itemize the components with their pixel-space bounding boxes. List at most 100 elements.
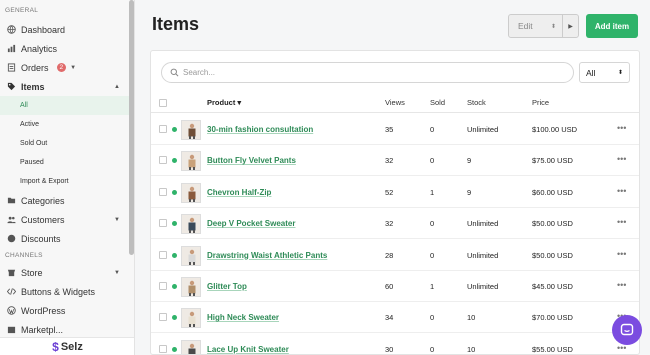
users-icon xyxy=(7,215,16,224)
discount-icon xyxy=(7,234,16,243)
sidebar: GENERAL Dashboard Analytics Orders 2 ▼ I… xyxy=(0,0,135,355)
sidebar-item-wordpress[interactable]: WordPress xyxy=(0,301,134,320)
product-name-link[interactable]: Button Fly Velvet Pants xyxy=(207,156,296,165)
sidebar-item-label: Customers xyxy=(21,214,65,225)
product-thumbnail[interactable] xyxy=(181,339,201,354)
sidebar-item-discounts[interactable]: Discounts xyxy=(0,229,134,248)
chevron-down-icon[interactable]: ▼ xyxy=(114,217,120,223)
product-name-link[interactable]: High Neck Sweater xyxy=(207,313,279,322)
product-name-link[interactable]: Drawstring Waist Athletic Pants xyxy=(207,251,327,260)
sidebar-item-items[interactable]: Items ▲ xyxy=(0,77,134,96)
product-name-link[interactable]: Deep V Pocket Sweater xyxy=(207,219,295,228)
table-row[interactable]: Deep V Pocket Sweater 32 0 Unlimited $50.00 … xyxy=(151,208,639,240)
sidebar-item-customers[interactable]: Customers ▼ xyxy=(0,210,134,229)
product-thumbnail[interactable] xyxy=(181,151,201,172)
status-dot xyxy=(172,284,177,289)
chevron-down-icon[interactable]: ▼ xyxy=(70,65,76,71)
row-checkbox[interactable] xyxy=(159,313,167,322)
sidebar-item-categories[interactable]: Categories xyxy=(0,191,134,210)
views-cell: 52 xyxy=(385,187,394,197)
product-thumbnail[interactable] xyxy=(181,214,201,235)
column-header-price[interactable]: Price xyxy=(532,98,549,107)
table-row[interactable]: Drawstring Waist Athletic Pants 28 0 Unlimi… xyxy=(151,240,639,271)
sidebar-subitem-all[interactable]: All xyxy=(0,96,134,115)
orders-count-badge: 2 xyxy=(56,63,67,72)
page-title: Items xyxy=(152,14,200,34)
row-checkbox[interactable] xyxy=(159,344,167,353)
status-dot xyxy=(172,127,177,132)
table-row[interactable]: High Neck Sweater34010$70.00 USD••• xyxy=(151,302,639,334)
table-row[interactable]: Lace Up Knit Sweater 30 0 10 $55.00 USD ••• xyxy=(151,334,639,354)
product-thumbnail[interactable] xyxy=(181,120,201,140)
price-cell: $70.00 USD xyxy=(532,313,573,323)
search-input[interactable]: Search... xyxy=(161,62,574,83)
sold-cell: 1 xyxy=(430,187,435,197)
app: GENERAL Dashboard Analytics Orders 2 ▼ I… xyxy=(0,0,650,355)
select-all-checkbox[interactable] xyxy=(159,99,167,107)
wordpress-icon xyxy=(7,306,16,315)
status-dot xyxy=(172,346,177,352)
price-cell: $100.00 USD xyxy=(532,125,578,134)
row-checkbox[interactable] xyxy=(159,187,167,196)
search-placeholder: Search... xyxy=(183,68,216,77)
row-checkbox[interactable] xyxy=(159,219,167,228)
sidebar-item-analytics[interactable]: Analytics xyxy=(0,39,134,58)
sold-cell: 0 xyxy=(430,313,435,323)
product-thumbnail[interactable] xyxy=(181,245,201,266)
filter-select[interactable]: All ⬍ xyxy=(579,62,630,83)
chat-launcher-button[interactable] xyxy=(612,315,642,345)
price-cell: $60.00 USD xyxy=(532,187,573,197)
sold-cell: 0 xyxy=(430,125,435,134)
more-options-icon[interactable]: ••• xyxy=(617,217,626,227)
sidebar-subitem-paused[interactable]: Paused xyxy=(0,153,134,172)
row-checkbox[interactable] xyxy=(159,250,167,259)
sidebar-subitem-import-export[interactable]: Import & Export xyxy=(0,172,134,191)
column-header-sold[interactable]: Sold xyxy=(430,98,445,107)
product-name-link[interactable]: 30-min fashion consultation xyxy=(207,125,313,134)
row-checkbox[interactable] xyxy=(159,156,167,165)
table-row[interactable]: Glitter Top 60 1 Unlimited $45.00 USD ••• xyxy=(151,271,639,302)
sidebar-item-buttons-widgets[interactable]: Buttons & Widgets xyxy=(0,282,134,301)
column-header-product[interactable]: Product ▾ xyxy=(207,98,241,107)
updown-caret-icon: ⬍ xyxy=(617,70,623,76)
product-name-link[interactable]: Chevron Half-Zip xyxy=(207,188,271,197)
edit-button[interactable]: Edit ⬍ xyxy=(509,15,562,37)
product-name-link[interactable]: Lace Up Knit Sweater xyxy=(207,345,289,354)
product-thumbnail[interactable] xyxy=(181,182,201,203)
chat-icon xyxy=(620,323,634,336)
edit-chevron-right-icon[interactable]: ▶ xyxy=(562,15,578,37)
sidebar-subitem-sold-out[interactable]: Sold Out xyxy=(0,134,134,153)
table-row[interactable]: Button Fly Velvet Pants 32 0 9 $75.00 USD ••• xyxy=(151,145,639,177)
sidebar-item-label: Store xyxy=(21,267,43,278)
views-cell: 32 xyxy=(385,219,394,229)
more-options-icon[interactable]: ••• xyxy=(617,186,626,196)
orders-icon xyxy=(7,63,16,72)
more-options-icon[interactable]: ••• xyxy=(617,249,626,259)
more-options-icon[interactable]: ••• xyxy=(617,123,626,133)
selz-logo-icon: $ xyxy=(52,339,59,354)
row-checkbox[interactable] xyxy=(159,125,167,133)
more-options-icon[interactable]: ••• xyxy=(617,280,626,290)
sidebar-item-store[interactable]: Store ▼ xyxy=(0,263,134,282)
sidebar-item-orders[interactable]: Orders 2 ▼ xyxy=(0,58,134,77)
chevron-up-icon[interactable]: ▲ xyxy=(114,84,120,90)
chevron-down-icon[interactable]: ▼ xyxy=(114,270,120,276)
column-header-views[interactable]: Views xyxy=(385,98,405,107)
row-checkbox[interactable] xyxy=(159,282,167,290)
product-name-link[interactable]: Glitter Top xyxy=(207,282,247,291)
more-options-icon[interactable]: ••• xyxy=(617,154,626,164)
sidebar-scrollbar[interactable] xyxy=(129,0,134,255)
column-header-stock[interactable]: Stock xyxy=(467,98,486,107)
sold-cell: 0 xyxy=(430,250,435,260)
product-thumbnail[interactable] xyxy=(181,277,201,297)
sold-cell: 0 xyxy=(430,344,435,354)
add-item-button[interactable]: Add item xyxy=(586,14,638,38)
product-thumbnail[interactable] xyxy=(181,308,201,329)
sidebar-item-dashboard[interactable]: Dashboard xyxy=(0,20,134,39)
edit-label: Edit xyxy=(518,21,533,31)
sidebar-subitem-active[interactable]: Active xyxy=(0,115,134,134)
sidebar-item-label: Buttons & Widgets xyxy=(21,286,96,297)
table-row[interactable]: Chevron Half-Zip 52 1 9 $60.00 USD ••• xyxy=(151,177,639,208)
search-icon xyxy=(170,68,179,77)
table-row[interactable]: 30-min fashion consultation 35 0 Unlimited $… xyxy=(151,114,639,145)
